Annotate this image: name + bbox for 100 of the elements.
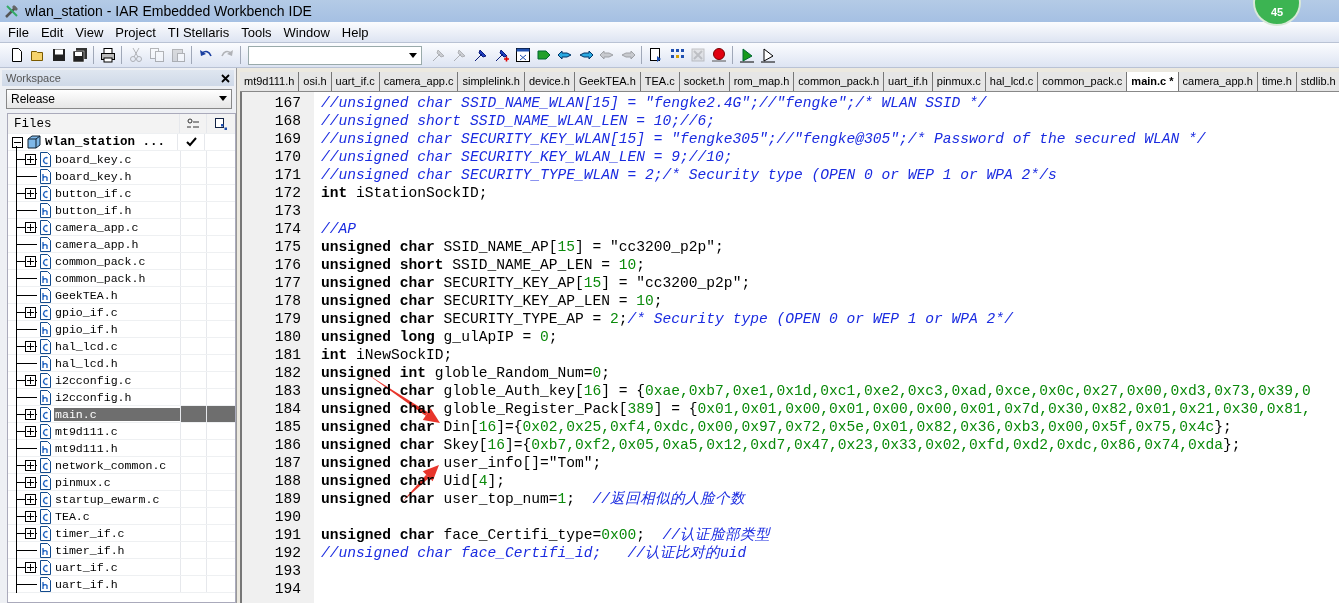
file-tab[interactable]: device.h: [524, 72, 575, 91]
options-icon[interactable]: [186, 117, 200, 130]
expand-toggle[interactable]: [25, 561, 36, 573]
file-tab[interactable]: socket.h: [679, 72, 730, 91]
c-file-icon: [40, 457, 51, 473]
files-icon[interactable]: [214, 116, 228, 131]
tree-node[interactable]: mt9d111.h: [54, 441, 119, 455]
file-tab[interactable]: common_pack.h: [794, 72, 885, 91]
file-tab[interactable]: GeekTEA.h: [574, 72, 641, 91]
menu-item[interactable]: Project: [109, 24, 162, 40]
tree-node[interactable]: timer_if.h: [54, 543, 126, 557]
pin-icon[interactable]: [493, 47, 510, 63]
file-tab[interactable]: simplelink.h: [458, 72, 525, 91]
tree-node[interactable]: board_key.h: [54, 169, 133, 183]
window-icon[interactable]: [514, 47, 531, 63]
line-number: 188: [274, 473, 301, 489]
tree-node[interactable]: i2cconfig.h: [54, 390, 133, 404]
expand-toggle[interactable]: [25, 374, 36, 386]
file-tab[interactable]: time.h: [1257, 72, 1297, 91]
expand-toggle[interactable]: [25, 527, 36, 539]
expand-toggle[interactable]: [25, 510, 36, 522]
code-line: unsigned char SECURITY_TYPE_AP = 2;/* Security type (OPEN 0 or WEP 1 or WPA 2*/: [321, 311, 1013, 327]
tree-node[interactable]: board_key.c: [54, 152, 133, 166]
menu-item[interactable]: TI Stellaris: [161, 24, 236, 40]
tree-node[interactable]: startup_ewarm.c: [54, 492, 161, 506]
expand-toggle[interactable]: [25, 493, 36, 505]
menu-item[interactable]: File: [2, 24, 35, 40]
breakpoint-icon[interactable]: [710, 47, 727, 63]
code-line: //AP: [321, 221, 357, 237]
project-name[interactable]: wlan_station ...: [45, 135, 166, 149]
tree-branch-line: [16, 209, 37, 211]
file-tab[interactable]: stdlib.h: [1296, 72, 1339, 91]
tree-branch-line: [16, 549, 37, 551]
menu-item[interactable]: Window: [277, 24, 336, 40]
file-tab[interactable]: hal_lcd.c: [985, 72, 1039, 91]
file-tab[interactable]: uart_if.c: [331, 72, 380, 91]
printer-icon[interactable]: [99, 47, 116, 63]
expand-toggle[interactable]: [25, 221, 36, 233]
menu-item[interactable]: Tools: [235, 24, 278, 40]
menu-item[interactable]: View: [69, 24, 110, 40]
save-all-icon[interactable]: [71, 47, 88, 63]
play-icon[interactable]: [759, 47, 776, 63]
code-line: unsigned char SECURITY_KEY_AP_LEN = 10;: [321, 293, 663, 309]
tree-branch-line: [16, 583, 37, 585]
expand-toggle[interactable]: [25, 153, 36, 165]
cube-icon: [26, 134, 42, 150]
tree-node[interactable]: network_common.c: [54, 458, 168, 472]
expand-toggle[interactable]: [25, 476, 36, 488]
file-tab[interactable]: rom_map.h: [729, 72, 795, 91]
expand-toggle[interactable]: [25, 459, 36, 471]
tree-node[interactable]: hal_lcd.c: [54, 339, 119, 353]
file-tab[interactable]: TEA.c: [640, 72, 680, 91]
file-tab[interactable]: main.c *: [1127, 72, 1179, 91]
pin-icon[interactable]: [472, 47, 489, 63]
tree-node[interactable]: button_if.h: [54, 203, 133, 217]
tree-node[interactable]: timer_if.c: [54, 526, 126, 540]
configuration-dropdown[interactable]: Release: [6, 89, 232, 109]
column-header: Files: [14, 116, 52, 131]
tree-node[interactable]: uart_if.c: [54, 560, 119, 574]
tree-node[interactable]: GeekTEA.h: [54, 288, 119, 302]
c-file-icon: [40, 185, 51, 201]
menu-item[interactable]: Help: [335, 24, 375, 40]
code-line: int iNewSockID;: [321, 347, 453, 363]
h-file-icon: [40, 270, 51, 286]
file-tab[interactable]: mt9d111.h: [240, 72, 300, 91]
line-number: 178: [274, 293, 301, 309]
tree-node[interactable]: TEA.c: [54, 509, 91, 523]
tree-node[interactable]: gpio_if.h: [54, 322, 119, 336]
line-number: 176: [274, 257, 301, 273]
h-file-icon: [40, 321, 51, 337]
tree-node[interactable]: i2cconfig.c: [54, 373, 133, 387]
file-tab[interactable]: uart_if.h: [884, 72, 933, 91]
tree-node[interactable]: common_pack.h: [54, 271, 147, 285]
tree-node[interactable]: mt9d111.c: [54, 424, 119, 438]
expand-toggle[interactable]: [25, 425, 36, 437]
tree-node[interactable]: gpio_if.c: [54, 305, 119, 319]
file-tab[interactable]: pinmux.c: [932, 72, 986, 91]
tree-node[interactable]: main.c: [54, 407, 180, 421]
expand-toggle[interactable]: [25, 255, 36, 267]
tree-node[interactable]: common_pack.c: [54, 254, 147, 268]
collapse-toggle[interactable]: [12, 136, 23, 148]
tree-node[interactable]: uart_if.h: [54, 577, 119, 591]
tree-node[interactable]: camera_app.c: [54, 220, 140, 234]
code-line: unsigned char Din[16]={0x02,0x25,0xf4,0xdc,0x00,0x97,0x72,0x5e,0x01,0x82,0x36,0xb3,0x00,0x5f,0x75,0x4c};: [321, 419, 1232, 435]
h-file-icon: [40, 542, 51, 558]
file-tab[interactable]: camera_app.h: [1178, 72, 1258, 91]
expand-toggle[interactable]: [25, 187, 36, 199]
file-tab[interactable]: osi.h: [299, 72, 332, 91]
expand-toggle[interactable]: [25, 306, 36, 318]
save-icon[interactable]: [50, 47, 67, 63]
file-tab[interactable]: camera_app.c: [379, 72, 459, 91]
c-file-icon: [40, 474, 51, 490]
menu-item[interactable]: Edit: [34, 24, 70, 40]
expand-toggle[interactable]: [25, 340, 36, 352]
expand-toggle[interactable]: [25, 408, 36, 420]
tree-node[interactable]: hal_lcd.h: [54, 356, 119, 370]
tree-node[interactable]: camera_app.h: [54, 237, 140, 251]
close-icon[interactable]: [221, 73, 230, 83]
tree-node[interactable]: button_if.c: [54, 186, 133, 200]
tree-node[interactable]: pinmux.c: [54, 475, 112, 489]
